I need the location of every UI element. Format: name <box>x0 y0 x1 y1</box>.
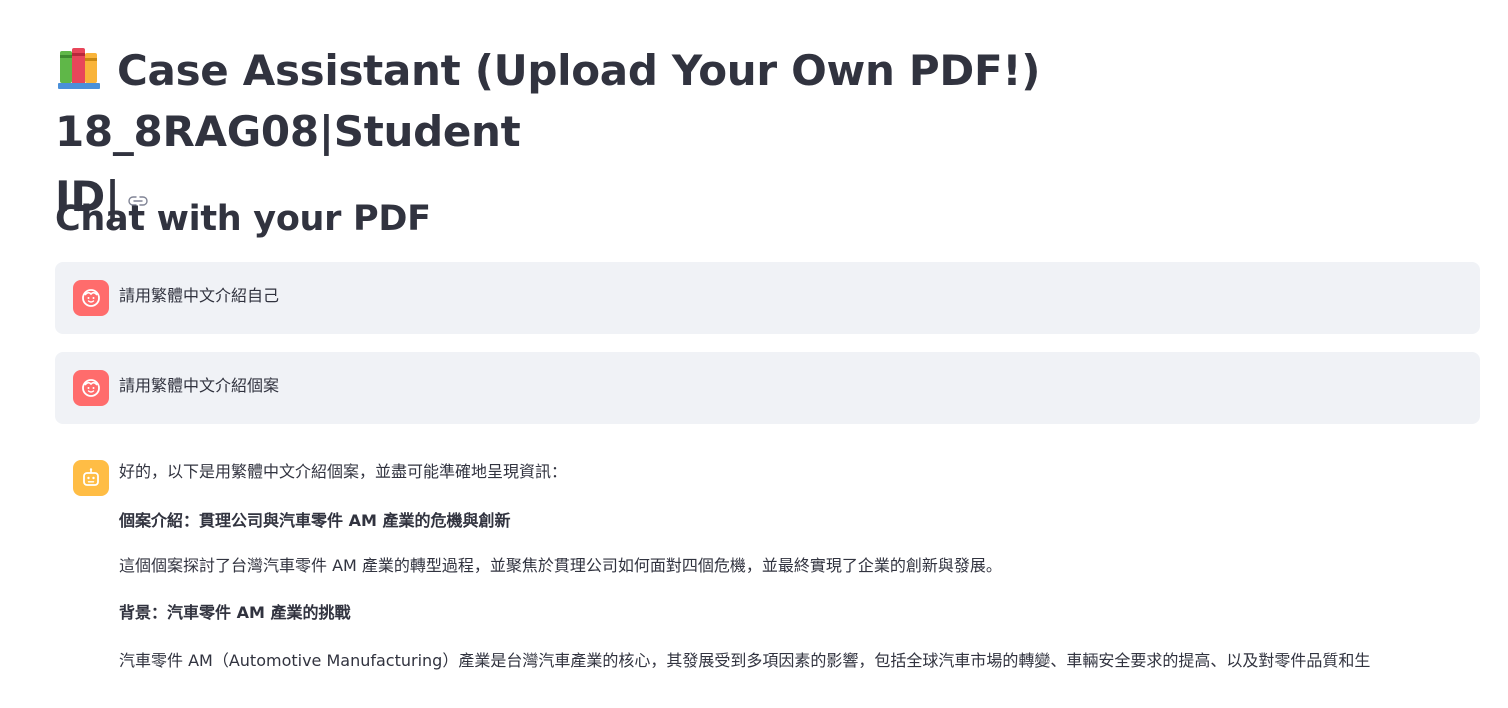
assistant-intro: 好的，以下是用繁體中文介紹個案，並盡可能準確地呈現資訊： <box>119 462 568 481</box>
assistant-paragraph: 汽車零件 AM（Automotive Manufacturing）產業是台灣汽車… <box>119 651 1371 670</box>
title-line-1: Case Assistant (Upload Your Own PDF!) 18… <box>55 46 1041 156</box>
assistant-heading: 個案介紹：貫理公司與汽車零件 AM 產業的危機與創新 <box>119 511 511 530</box>
user-avatar-icon <box>73 370 109 406</box>
link-icon[interactable] <box>128 162 148 206</box>
user-message-text: 請用繁體中文介紹個案 <box>119 376 280 395</box>
assistant-avatar-icon <box>73 460 109 496</box>
chat-message-user: 請用繁體中文介紹個案 <box>55 352 1480 424</box>
chat-subheader: Chat with your PDF <box>55 199 431 239</box>
user-avatar-icon <box>73 280 109 316</box>
assistant-heading: 背景：汽車零件 AM 產業的挑戰 <box>119 603 351 622</box>
user-message-text: 請用繁體中文介紹自己 <box>119 286 280 305</box>
books-icon <box>55 45 107 91</box>
assistant-paragraph: 這個個案探討了台灣汽車零件 AM 產業的轉型過程，並聚焦於貫理公司如何面對四個危… <box>119 556 1002 575</box>
chat-message-user: 請用繁體中文介紹自己 <box>55 262 1480 334</box>
chat-message-assistant: 好的，以下是用繁體中文介紹個案，並盡可能準確地呈現資訊： 個案介紹：貫理公司與汽… <box>55 442 1480 708</box>
